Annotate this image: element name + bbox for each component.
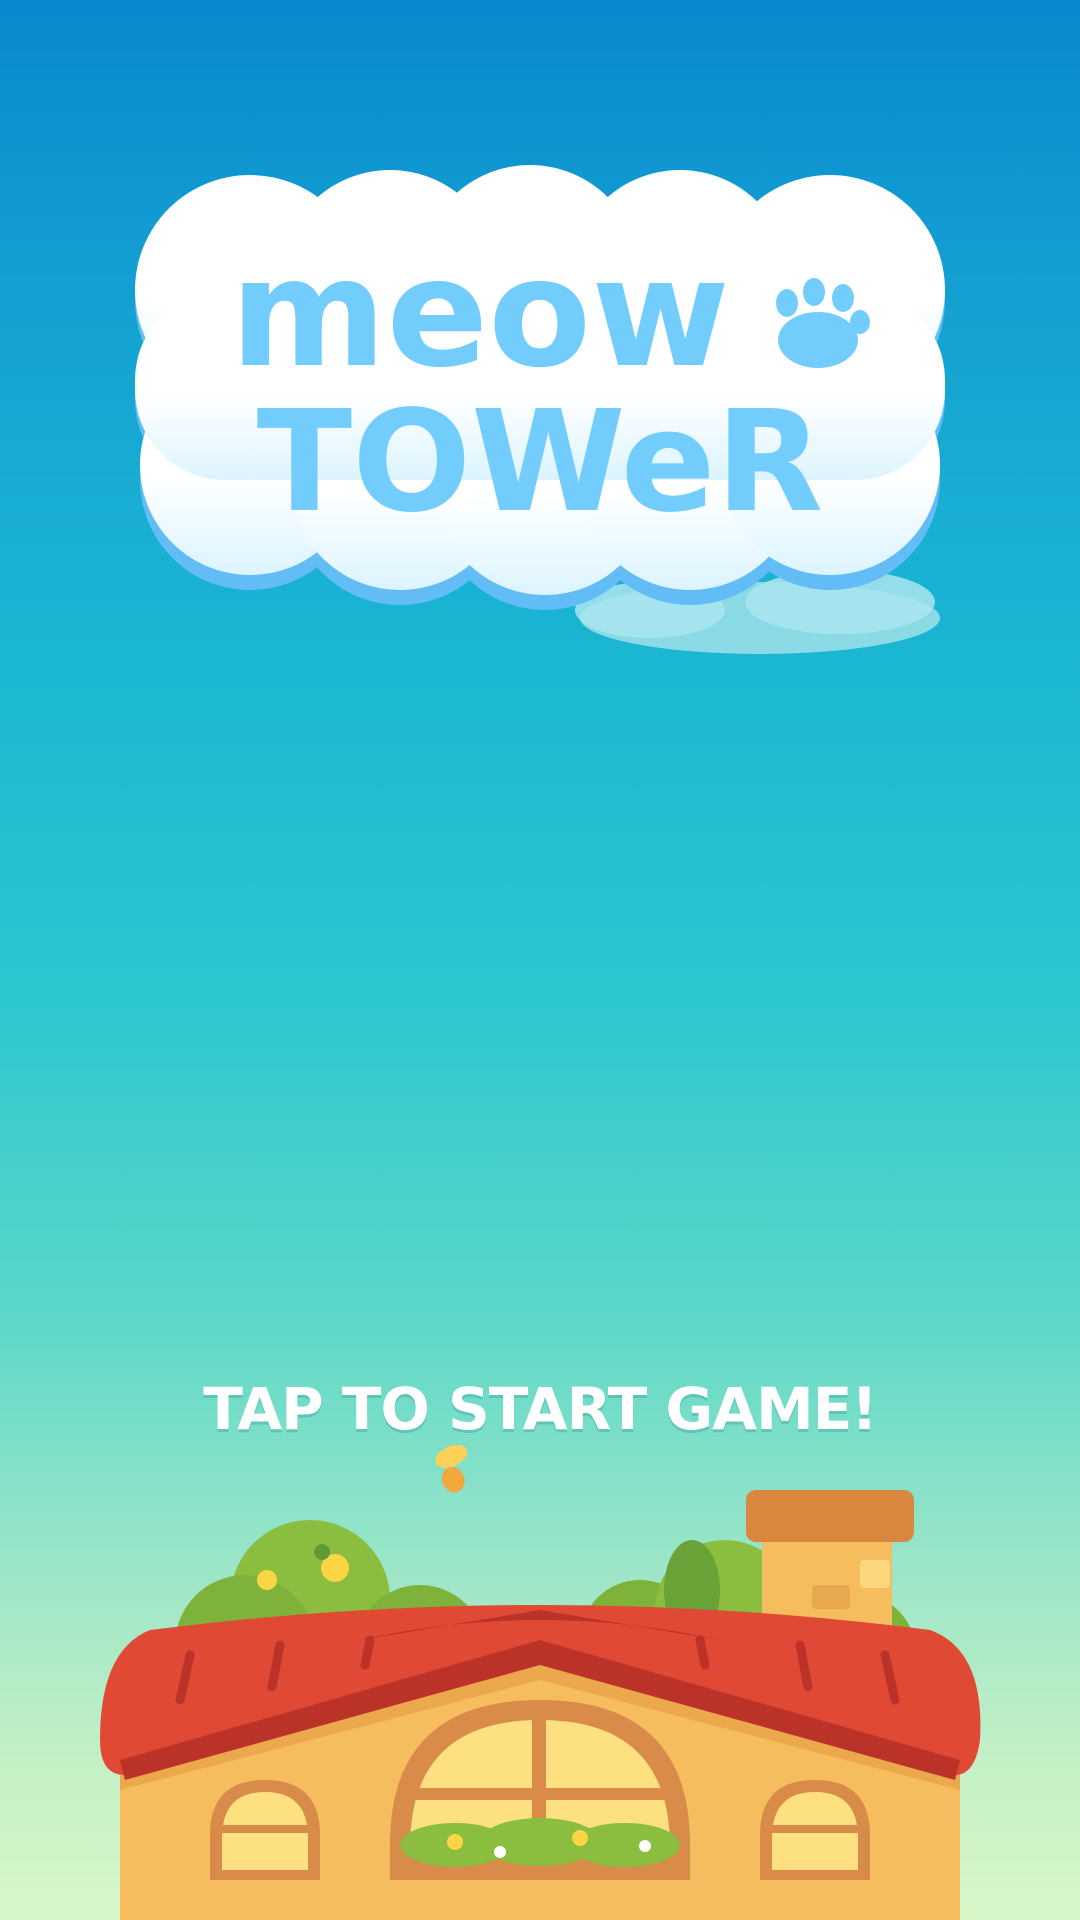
- right-window: [760, 1780, 870, 1880]
- title-line1: meow: [230, 227, 730, 401]
- chimney: [746, 1490, 914, 1685]
- tap-to-start-label[interactable]: TAP TO START GAME!: [0, 1375, 1080, 1443]
- bushes: [175, 1520, 915, 1715]
- game-logo: meow TOWeR: [135, 165, 945, 654]
- roof: [100, 1605, 981, 1780]
- left-window: [210, 1780, 320, 1880]
- house-wall: [120, 1650, 960, 1920]
- center-window: [390, 1700, 690, 1880]
- title-line2: TOWeR: [257, 381, 824, 544]
- start-screen[interactable]: meow TOWeR TAP TO START GAME!: [0, 0, 1080, 1920]
